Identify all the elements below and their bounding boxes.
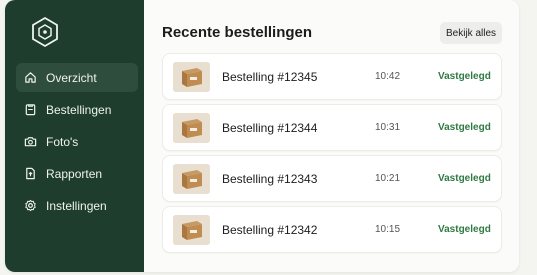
order-status: Vastgelegd <box>438 122 491 133</box>
sidebar-item-rapporten[interactable]: Rapporten <box>16 159 138 188</box>
order-status: Vastgelegd <box>438 224 491 235</box>
view-all-button[interactable]: Bekijk alles <box>440 22 502 44</box>
order-row[interactable]: Bestelling #12343 10:21 Vastgelegd <box>162 155 502 202</box>
sidebar-item-label: Instellingen <box>46 198 107 213</box>
home-icon <box>25 72 36 83</box>
document-upload-icon <box>26 167 35 180</box>
hexagon-logo-icon <box>32 16 58 48</box>
clipboard-icon <box>25 104 36 116</box>
gear-icon <box>25 199 36 212</box>
sidebar-item-label: Bestellingen <box>46 102 112 117</box>
sidebar: Overzicht Bestellingen Foto's Rapporten <box>5 0 144 272</box>
order-status: Vastgelegd <box>438 71 491 82</box>
order-row[interactable]: Bestelling #12342 10:15 Vastgelegd <box>162 206 502 253</box>
order-time: 10:15 <box>375 224 401 235</box>
order-time: 10:31 <box>375 122 401 133</box>
order-name: Bestelling #12343 <box>222 172 318 186</box>
order-row[interactable]: Bestelling #12344 10:31 Vastgelegd <box>162 104 502 151</box>
sidebar-item-label: Rapporten <box>46 166 103 181</box>
app-window: Overzicht Bestellingen Foto's Rapporten <box>5 0 519 272</box>
sidebar-item-label: Foto's <box>46 134 79 149</box>
sidebar-item-label: Overzicht <box>46 70 97 85</box>
page-title: Recente bestellingen <box>162 24 313 41</box>
sidebar-item-fotos[interactable]: Foto's <box>16 127 138 156</box>
package-thumbnail <box>173 215 210 245</box>
order-status: Vastgelegd <box>438 173 491 184</box>
camera-icon <box>24 137 37 147</box>
sidebar-item-bestellingen[interactable]: Bestellingen <box>16 95 138 124</box>
order-name: Bestelling #12345 <box>222 70 318 84</box>
package-thumbnail <box>173 113 210 143</box>
order-row[interactable]: Bestelling #12345 10:42 Vastgelegd <box>162 53 502 100</box>
package-thumbnail <box>173 164 210 194</box>
sidebar-item-overzicht[interactable]: Overzicht <box>16 63 138 92</box>
order-name: Bestelling #12344 <box>222 121 318 135</box>
order-time: 10:42 <box>375 71 401 82</box>
order-time: 10:21 <box>375 173 401 184</box>
main-content: Recente bestellingen Bekijk alles Bestel… <box>144 0 519 272</box>
order-name: Bestelling #12342 <box>222 223 318 237</box>
package-thumbnail <box>173 62 210 92</box>
sidebar-item-instellingen[interactable]: Instellingen <box>16 191 138 220</box>
